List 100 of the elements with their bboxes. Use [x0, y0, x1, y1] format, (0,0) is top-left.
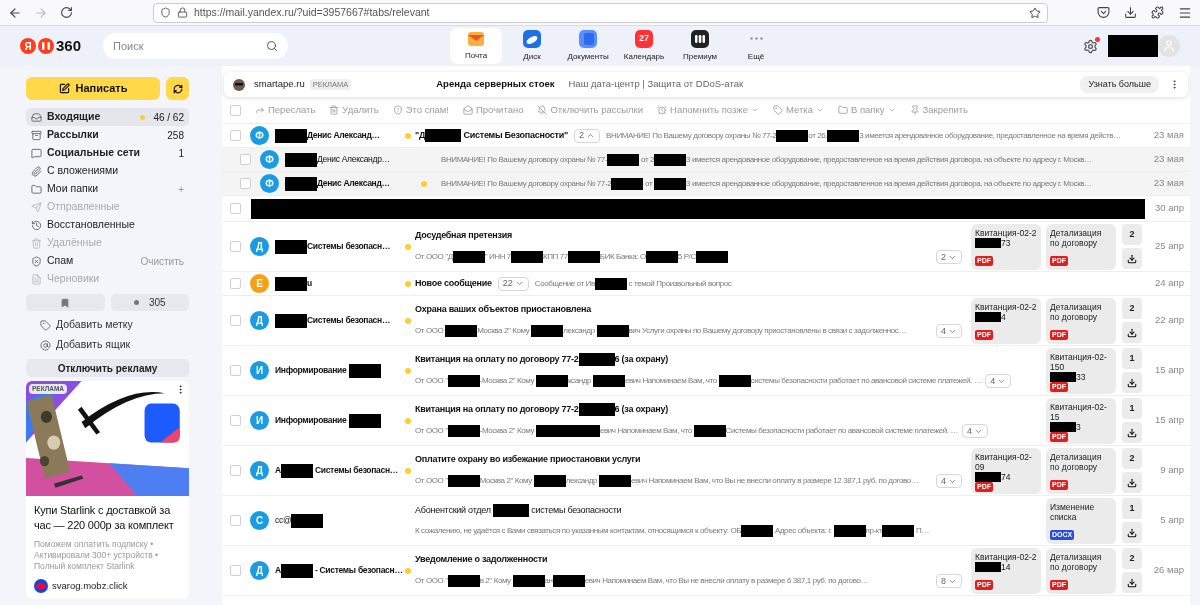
folder-item[interactable]: Рассылки 258	[26, 126, 189, 144]
sidebar-link[interactable]: Добавить ящик	[40, 335, 189, 355]
user-avatar[interactable]	[1158, 35, 1180, 57]
download-button[interactable]	[1122, 572, 1142, 593]
learn-more-button[interactable]: Узнать больше	[1080, 75, 1159, 94]
message-subject: Системы Безопасности"	[462, 128, 569, 142]
message-snippet: лександр	[565, 475, 599, 488]
folder-item[interactable]: Спам Очистить	[26, 252, 189, 270]
checkbox[interactable]	[230, 278, 241, 289]
download-icon[interactable]	[1124, 6, 1137, 19]
download-button[interactable]	[1122, 422, 1142, 443]
checkbox[interactable]	[230, 565, 241, 576]
search-field[interactable]: Поиск	[103, 33, 289, 59]
refresh-button[interactable]	[166, 77, 189, 100]
message-snippet: евич Напоминаем Вам, что	[599, 425, 693, 438]
folder-item[interactable]: Социальные сети 1	[26, 144, 189, 162]
nav-tab[interactable]: 27 Календарь	[618, 28, 671, 64]
message-snippet: вич Услуги охраны по Вашему договору приостановлены в связи с задолженнос…	[628, 325, 906, 338]
menu-icon[interactable]	[1178, 5, 1192, 20]
checkbox[interactable]	[230, 415, 241, 426]
extensions-icon[interactable]	[1151, 6, 1164, 19]
thread-count-button[interactable]: 4	[936, 324, 962, 339]
redaction-bar	[1050, 421, 1076, 432]
address-bar[interactable]: https://mail.yandex.ru/?uid=3957667#tabs/relevant	[153, 2, 1048, 23]
checkbox[interactable]	[230, 365, 241, 376]
checkbox[interactable]	[230, 203, 241, 214]
reload-icon[interactable]	[60, 6, 73, 19]
checkbox[interactable]	[230, 315, 241, 326]
redaction-bar	[567, 251, 600, 264]
ad-domain: smartape.ru	[254, 77, 305, 92]
bookmark-button[interactable]	[26, 294, 105, 311]
redaction-bar	[452, 251, 485, 264]
compose-icon	[58, 83, 70, 94]
redaction-bar	[718, 375, 751, 388]
download-button[interactable]	[1122, 372, 1142, 393]
folder-item[interactable]: Входящие 46 / 62	[26, 108, 189, 126]
search-icon[interactable]	[266, 40, 279, 52]
forward-icon[interactable]	[34, 5, 48, 20]
folder-item[interactable]: Восстановленные	[26, 216, 189, 234]
sender-name: Системы безопасн…	[307, 240, 391, 253]
compose-button[interactable]: Написать	[26, 77, 160, 100]
inbox-icon	[31, 111, 42, 123]
settings-icon[interactable]	[1083, 38, 1098, 54]
redaction-bar	[1108, 35, 1158, 57]
thread-count-button[interactable]: 4	[985, 374, 1012, 389]
folder-item[interactable]: Мои папки +	[26, 180, 189, 198]
avatar: И	[250, 411, 269, 430]
checkbox[interactable]	[230, 465, 241, 476]
nav-tab[interactable]: Премиум	[674, 28, 727, 64]
download-button[interactable]	[1122, 322, 1142, 343]
disable-ads-button[interactable]: Отключить рекламу	[26, 359, 189, 377]
checkbox[interactable]	[240, 154, 251, 165]
folder-name: Рассылки	[47, 127, 99, 143]
ad-text: Наш дата-центр | Защита от DDoS-атак	[568, 77, 744, 92]
back-icon[interactable]	[8, 5, 22, 20]
pocket-icon[interactable]	[1097, 6, 1110, 19]
message-subject: "Д	[415, 128, 426, 142]
sidebar-link[interactable]: Добавить метку	[40, 315, 189, 335]
message-snippet: 5 Р/С	[677, 251, 696, 264]
folder-name: Мои папки	[47, 181, 99, 197]
redaction-bar	[348, 363, 381, 378]
thread-count-button[interactable]: 2	[574, 128, 601, 143]
ad-bullet: Активировали 300+ устройств •	[34, 550, 160, 561]
checkbox[interactable]	[230, 241, 241, 252]
redaction-bar	[447, 475, 480, 488]
folder-item[interactable]: С вложениями	[26, 162, 189, 180]
download-button[interactable]	[1122, 522, 1142, 543]
thread-count-button[interactable]: 4	[936, 474, 962, 489]
folder-name: Удалённые	[47, 235, 102, 251]
avatar: Д	[250, 461, 269, 480]
nav-tab[interactable]: Почта	[450, 28, 503, 64]
download-button[interactable]	[1122, 248, 1142, 269]
nav-tab[interactable]: Диск	[506, 28, 559, 64]
nav-tab[interactable]: Документы	[562, 28, 615, 64]
redaction-bar	[447, 425, 480, 438]
thread-count-button[interactable]: 22	[497, 276, 529, 291]
ad-title[interactable]: Купи Starlink с доставкой за час — 220 000р за комплект	[34, 503, 181, 533]
ad-domain[interactable]: svarog.mobz.click	[52, 579, 128, 594]
checkbox[interactable]	[230, 515, 241, 526]
nav-tab[interactable]: Ещё	[730, 28, 783, 64]
redaction-bar	[291, 513, 324, 528]
download-button[interactable]	[1122, 472, 1142, 493]
redaction-bar	[492, 504, 529, 517]
thread-count-button[interactable]: 4	[962, 424, 989, 439]
label-filter-button[interactable]: 305	[110, 294, 189, 311]
download-icon	[1127, 527, 1137, 538]
logo-mark[interactable]: Я	[20, 38, 36, 54]
bookmark-star-icon[interactable]	[1029, 6, 1041, 19]
message-snippet: " ИНН 7	[484, 251, 511, 264]
ad-bullet: Поможем оплатить подписку •	[34, 539, 155, 550]
checkbox[interactable]	[230, 104, 241, 116]
premium-icon	[691, 29, 710, 48]
checkbox[interactable]	[240, 178, 251, 189]
message-subject: Абонентский отдел	[415, 503, 492, 517]
thread-count-button[interactable]: 8	[936, 574, 962, 589]
message-snippet: системы безопасности работает по авансовой системе платежей. …	[750, 375, 982, 388]
thread-count-button[interactable]: 2	[936, 250, 962, 265]
checkbox[interactable]	[230, 130, 241, 141]
redaction-bar	[578, 403, 615, 416]
redaction-bar	[882, 525, 915, 538]
